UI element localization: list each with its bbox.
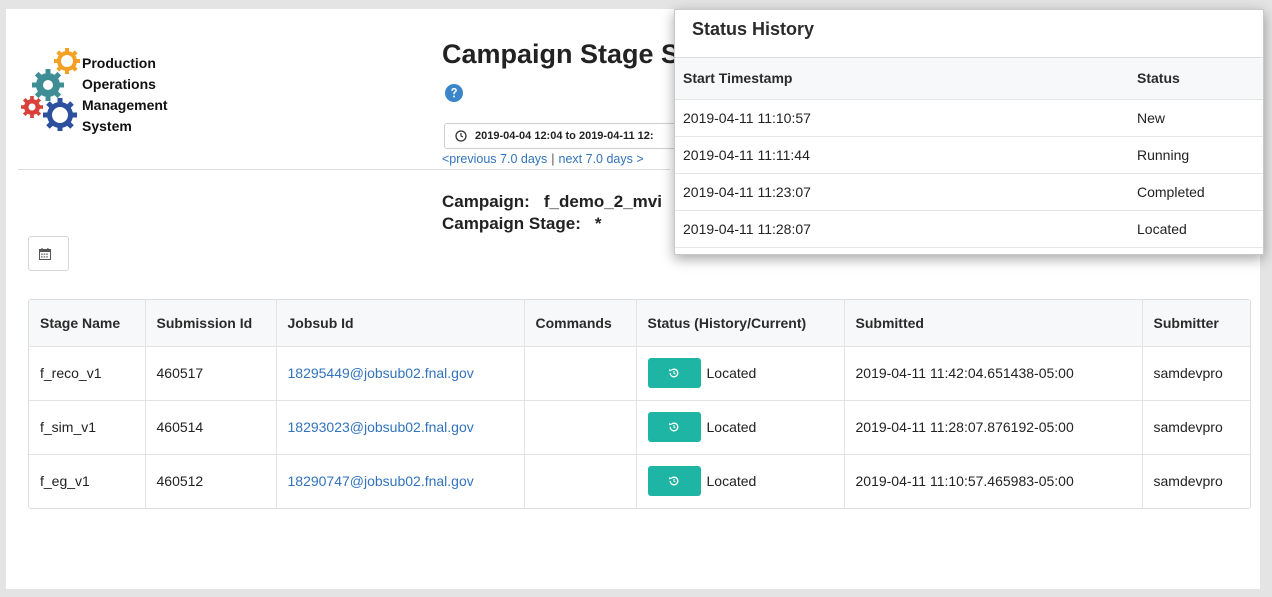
- history-status: New: [1129, 99, 1263, 137]
- clock-icon: [455, 130, 467, 142]
- next-days-link[interactable]: next 7.0 days >: [559, 152, 644, 166]
- table-row: f_sim_v1 460514 18293023@jobsub02.fnal.g…: [29, 400, 1250, 455]
- history-timestamp: 2019-04-11 11:28:07: [675, 210, 1129, 248]
- previous-days-link[interactable]: <previous 7.0 days: [442, 152, 547, 166]
- date-range-text: 2019-04-04 12:04 to 2019-04-11 12:: [475, 130, 654, 142]
- status-history-button[interactable]: [647, 466, 701, 497]
- gears-logo-icon: [21, 48, 80, 131]
- column-header: Status: [1129, 58, 1263, 100]
- status-cell: Located: [636, 454, 845, 508]
- submitter-cell: samdevpro: [1142, 346, 1250, 401]
- history-icon: [668, 476, 678, 486]
- column-header[interactable]: Submission Id: [145, 300, 277, 347]
- calendar-button[interactable]: [28, 236, 69, 271]
- table-row: f_reco_v1 460517 18295449@jobsub02.fnal.…: [29, 346, 1250, 401]
- current-status: Located: [706, 419, 757, 435]
- jobsub-id-cell: 18290747@jobsub02.fnal.gov: [276, 454, 525, 508]
- history-icon: [668, 368, 678, 378]
- commands-cell: [524, 400, 637, 455]
- history-row: 2019-04-11 11:10:57 New: [675, 99, 1263, 137]
- column-header[interactable]: Submitted: [844, 300, 1143, 347]
- submission-id-cell: 460517: [145, 346, 277, 401]
- column-header[interactable]: Submitter: [1142, 300, 1250, 347]
- stage-name-cell: f_reco_v1: [29, 346, 146, 401]
- campaign-info: Campaign: f_demo_2_mvi Campaign Stage: *: [442, 191, 662, 235]
- history-row: 2019-04-11 11:28:07 Located: [675, 210, 1263, 248]
- column-header[interactable]: Status (History/Current): [636, 300, 845, 347]
- column-header[interactable]: Commands: [524, 300, 637, 347]
- jobsub-id-cell: 18295449@jobsub02.fnal.gov: [276, 346, 525, 401]
- history-timestamp: 2019-04-11 11:11:44: [675, 136, 1129, 174]
- stage-name-cell: f_eg_v1: [29, 454, 146, 508]
- history-icon: [668, 422, 678, 432]
- status-history-table: Start Timestamp Status 2019-04-11 11:10:…: [675, 58, 1263, 248]
- table-row: f_eg_v1 460512 18290747@jobsub02.fnal.go…: [29, 454, 1250, 508]
- logo-text: Production Operations Management System: [82, 53, 168, 137]
- campaign-stage-value: *: [594, 214, 602, 233]
- history-timestamp: 2019-04-11 11:23:07: [675, 173, 1129, 211]
- submission-id-cell: 460512: [145, 454, 277, 508]
- history-row: 2019-04-11 11:11:44 Running: [675, 136, 1263, 174]
- column-header: Start Timestamp: [675, 58, 1129, 100]
- submissions-table: Stage Name Submission Id Jobsub Id Comma…: [28, 299, 1251, 509]
- stage-name-cell: f_sim_v1: [29, 400, 146, 455]
- popup-title: Status History: [692, 19, 815, 39]
- campaign-stage-label: Campaign Stage:: [442, 214, 581, 233]
- status-history-button[interactable]: [647, 358, 701, 388]
- current-status: Located: [706, 365, 757, 381]
- table-header-row: Stage Name Submission Id Jobsub Id Comma…: [29, 300, 1250, 347]
- column-header[interactable]: Stage Name: [29, 300, 146, 347]
- submitted-cell: 2019-04-11 11:42:04.651438-05:00: [844, 346, 1143, 401]
- history-row: 2019-04-11 11:23:07 Completed: [675, 173, 1263, 211]
- campaign-value: f_demo_2_mvi: [543, 192, 662, 211]
- date-range-picker[interactable]: 2019-04-04 12:04 to 2019-04-11 12:: [444, 123, 684, 149]
- status-history-button[interactable]: [647, 412, 701, 442]
- jobsub-id-link[interactable]: 18290747@jobsub02.fnal.gov: [288, 473, 474, 489]
- current-status: Located: [706, 473, 757, 490]
- jobsub-id-link[interactable]: 18293023@jobsub02.fnal.gov: [288, 419, 474, 435]
- nav-separator: |: [551, 152, 555, 166]
- column-header[interactable]: Jobsub Id: [276, 300, 525, 347]
- commands-cell: [524, 454, 637, 508]
- page-title: Campaign Stage Su: [442, 39, 696, 69]
- jobsub-id-cell: 18293023@jobsub02.fnal.gov: [276, 400, 525, 455]
- header-divider: [18, 169, 670, 170]
- submitter-cell: samdevpro: [1153, 473, 1223, 490]
- logo-line: Production: [82, 55, 156, 71]
- status-cell: Located: [636, 400, 845, 455]
- poms-logo: Production Operations Management System: [20, 45, 170, 135]
- submitter-cell: samdevpro: [1142, 400, 1250, 455]
- submitted-cell: 2019-04-11 11:10:57.465983-05:00: [844, 454, 1143, 508]
- history-timestamp: 2019-04-11 11:10:57: [675, 99, 1129, 137]
- history-status: Located: [1129, 210, 1263, 248]
- history-status: Completed: [1129, 173, 1263, 211]
- calendar-icon: [39, 248, 51, 260]
- history-header-row: Start Timestamp Status: [675, 58, 1263, 100]
- submission-id-cell: 460514: [145, 400, 277, 455]
- logo-line: Management: [82, 97, 168, 113]
- history-status: Running: [1129, 136, 1263, 174]
- commands-cell: [524, 346, 637, 401]
- question-circle-icon[interactable]: [445, 84, 463, 102]
- status-cell: Located: [636, 346, 845, 401]
- submitted-cell: 2019-04-11 11:28:07.876192-05:00: [844, 400, 1143, 455]
- logo-line: System: [82, 118, 132, 134]
- status-history-popup: Status History Start Timestamp Status 20…: [674, 9, 1264, 255]
- jobsub-id-link[interactable]: 18295449@jobsub02.fnal.gov: [288, 365, 474, 381]
- logo-line: Operations: [82, 76, 156, 92]
- date-nav: <previous 7.0 days | next 7.0 days >: [442, 152, 644, 166]
- campaign-label: Campaign:: [442, 192, 530, 211]
